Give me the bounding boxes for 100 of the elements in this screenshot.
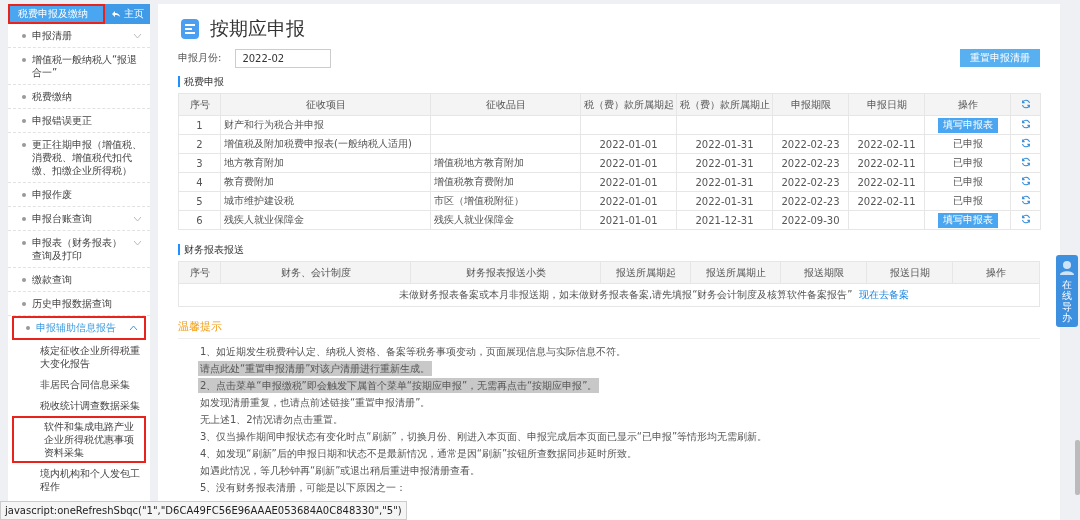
table-cell: 2022-01-01 — [580, 134, 677, 154]
refresh-icon[interactable] — [1020, 119, 1031, 129]
bullet-icon — [22, 217, 26, 221]
refresh-icon[interactable] — [1020, 176, 1031, 186]
scrollbar[interactable] — [1075, 440, 1080, 495]
empty-message: 未做财务报表备案或本月非报送期，如未做财务报表备案,请先填报“财务会计制度及核算软件备案报告” — [399, 289, 853, 300]
table-cell: 2022-02-11 — [848, 153, 925, 173]
sidebar-item[interactable]: 申报作废 — [8, 183, 150, 207]
table-cell: 2022-09-30 — [772, 210, 849, 230]
sidebar-item[interactable]: 申报台账查询 — [8, 207, 150, 231]
column-header: 操作 — [924, 93, 1011, 116]
sidebar-item[interactable]: 增值税一般纳税人“报退合一” — [8, 48, 150, 85]
bullet-icon — [22, 143, 26, 147]
column-header: 征收品目 — [430, 93, 581, 116]
table-cell: 2022-02-23 — [772, 153, 849, 173]
tip-text: 5、没有财务报表清册，可能是以下原因之一： — [199, 481, 408, 495]
table-cell: 增值税及附加税费申报表(一般纳税人适用) — [220, 134, 431, 154]
table-cell: 2022-02-23 — [772, 191, 849, 211]
table-cell: 2 — [178, 134, 221, 154]
status-text: 已申报 — [952, 195, 983, 206]
refresh-icon[interactable] — [1020, 138, 1031, 148]
refresh-icon[interactable] — [1020, 157, 1031, 167]
sidebar-item[interactable]: 申报清册 — [8, 24, 150, 48]
table-cell: 2022-01-31 — [676, 134, 773, 154]
table-cell: 2022-01-31 — [676, 153, 773, 173]
tip-text: 无上述1、2情况请勿点击重置。 — [199, 413, 344, 427]
sidebar-item[interactable]: 境内机构和个人发包工程作 — [8, 463, 150, 497]
register-link[interactable]: 现在去备案 — [858, 289, 909, 300]
refresh-icon[interactable] — [1020, 214, 1031, 224]
sidebar-item[interactable]: 税收统计调查数据采集 — [8, 395, 150, 416]
table-cell: 2022-02-23 — [772, 134, 849, 154]
chevron-down-icon — [133, 240, 142, 246]
back-arrow-icon — [111, 10, 121, 18]
status-text: 已申报 — [952, 157, 983, 168]
column-header: 财务报表报送小类 — [410, 261, 601, 284]
table-cell: 5 — [178, 191, 221, 211]
refresh-icon[interactable] — [1020, 98, 1031, 109]
column-header: 序号 — [178, 261, 221, 284]
table-cell: 2021-01-01 — [580, 210, 677, 230]
column-header: 操作 — [952, 261, 1040, 284]
bullet-icon — [22, 302, 26, 306]
table-cell: 2022-01-01 — [580, 172, 677, 192]
table-cell: 4 — [178, 172, 221, 192]
table-cell: 增值税教育费附加 — [430, 172, 581, 192]
sidebar-item[interactable]: 申报错误更正 — [8, 109, 150, 133]
sidebar-item[interactable]: 税费缴纳 — [8, 85, 150, 109]
assistant-label: 在线导办 — [1062, 279, 1072, 323]
column-header: 申报期限 — [772, 93, 849, 116]
bullet-icon — [22, 241, 26, 245]
bullet-icon — [22, 95, 26, 99]
table-cell: 残疾人就业保障金 — [430, 210, 581, 230]
sidebar-item[interactable]: 历史申报数据查询 — [8, 292, 150, 316]
bullet-icon — [22, 58, 26, 62]
month-label: 申报月份: — [178, 51, 222, 65]
column-header: 报送所属期起 — [600, 261, 691, 284]
sidebar-item[interactable]: 更正往期申报（增值税、消费税、增值税代扣代缴、扣缴企业所得税） — [8, 133, 150, 183]
table-cell: 教育费附加 — [220, 172, 431, 192]
table-cell: 增值税地方教育附加 — [430, 153, 581, 173]
status-text: 已申报 — [952, 176, 983, 187]
tip-text: 4、如发现“刷新”后的申报日期和状态不是最新情况，通常是因“刷新”按钮所查数据同步延时所致。 — [199, 447, 639, 461]
sidebar-item[interactable]: 非居民合同信息采集 — [8, 374, 150, 395]
tips-title: 温馨提示 — [178, 319, 1040, 339]
table-cell: 市区（增值税附征） — [430, 191, 581, 211]
sidebar-item[interactable]: 核定征收企业所得税重大变化报告 — [8, 340, 150, 374]
column-header: 报送所属期止 — [690, 261, 781, 284]
column-header: 报送日期 — [866, 261, 953, 284]
table-cell: 2022-01-31 — [676, 172, 773, 192]
column-header: 申报日期 — [848, 93, 925, 116]
table-cell: 2022-02-11 — [848, 191, 925, 211]
table-cell: 2022-01-01 — [580, 153, 677, 173]
table-cell: 2022-02-11 — [848, 134, 925, 154]
refresh-icon[interactable] — [1020, 195, 1031, 205]
table-cell: 2022-02-11 — [848, 172, 925, 192]
bullet-icon — [22, 278, 26, 282]
table-cell: 2022-01-01 — [580, 191, 677, 211]
bullet-icon — [26, 326, 30, 330]
table-cell: 城市维护建设税 — [220, 191, 431, 211]
chevron-down-icon — [133, 33, 142, 39]
column-header: 序号 — [178, 93, 221, 116]
status-text: 已申报 — [952, 138, 983, 149]
column-header: 税（费）款所属期起 — [580, 93, 677, 116]
table-cell: 2021-12-31 — [676, 210, 773, 230]
sidebar-item[interactable]: 申报表（财务报表）查询及打印 — [8, 231, 150, 268]
tip-text: 3、仅当操作期间申报状态有变化时点“刷新”，切换月份、刚进入本页面、申报完成后本页面已显示“已申报”等情形均无需刷新。 — [199, 430, 769, 444]
table-cell: 3 — [178, 153, 221, 173]
table-cell: 6 — [178, 210, 221, 230]
month-field[interactable]: 2022-02 — [235, 48, 332, 68]
page-title: 按期应申报 — [210, 16, 305, 41]
column-header: 财务、会计制度 — [220, 261, 411, 284]
section-title: 税费申报 — [178, 76, 1040, 87]
table-cell: 地方教育附加 — [220, 153, 431, 173]
sidebar-item[interactable]: 软件和集成电路产业企业所得税优惠事项资料采集 — [12, 416, 146, 463]
sidebar-item[interactable]: 缴款查询 — [8, 268, 150, 292]
column-header: 报送期限 — [780, 261, 867, 284]
tip-text: 1、如近期发生税费种认定、纳税人资格、备案等税务事项变动，页面展现信息与实际信息不符。 — [199, 345, 628, 359]
bullet-icon — [22, 119, 26, 123]
document-icon — [178, 17, 202, 41]
table-cell: 财产和行为税合并申报 — [220, 115, 431, 135]
status-bar: javascript:oneRefreshSbqc("1","D6CA49FC56E96AAAE053684A0C848330","5") — [0, 501, 407, 520]
avatar-icon — [1059, 259, 1075, 275]
